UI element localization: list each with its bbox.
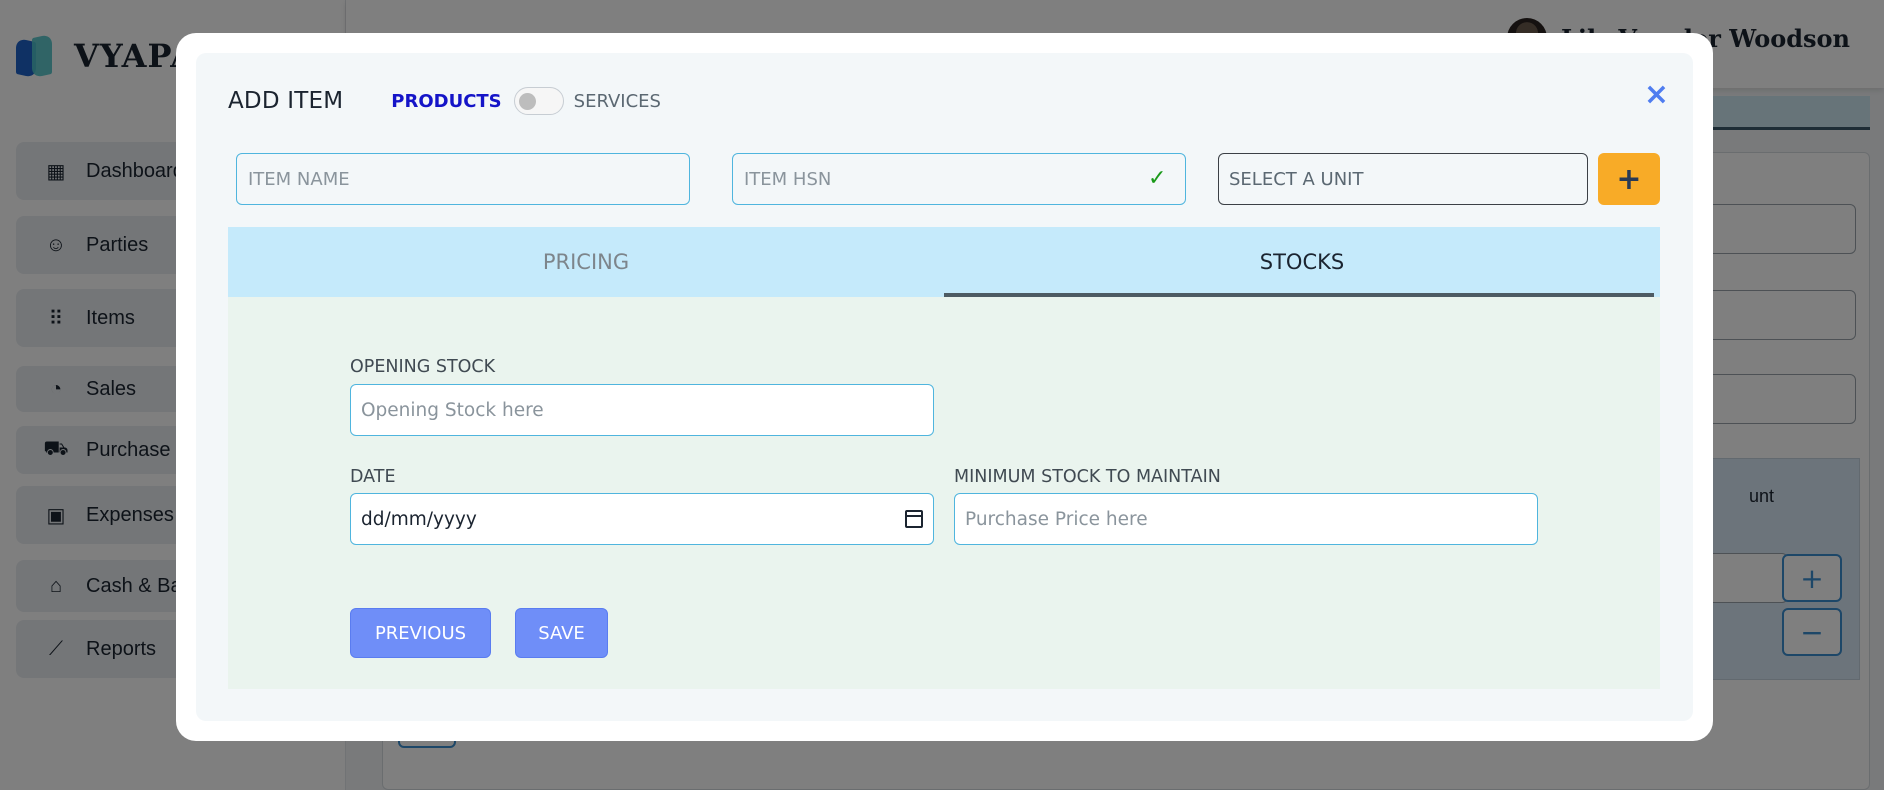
toggle-label-services[interactable]: SERVICES (574, 91, 661, 112)
modal-body: ADD ITEM PRODUCTS SERVICES × ✓ SELECT A … (196, 53, 1693, 721)
modal-title: ADD ITEM (228, 88, 344, 114)
min-stock-label: MINIMUM STOCK TO MAINTAIN (954, 467, 1221, 487)
item-hsn-input[interactable] (732, 153, 1186, 205)
check-icon: ✓ (1148, 166, 1167, 191)
toggle-knob (518, 93, 536, 110)
opening-stock-label: OPENING STOCK (350, 357, 496, 377)
calendar-icon[interactable] (905, 510, 923, 528)
close-icon[interactable]: × (1644, 77, 1669, 112)
tab-pricing[interactable]: PRICING (228, 227, 944, 297)
save-button[interactable]: SAVE (515, 608, 608, 658)
modal-header: ADD ITEM PRODUCTS SERVICES (228, 87, 661, 115)
item-name-input[interactable] (236, 153, 690, 205)
toggle-label-products[interactable]: PRODUCTS (391, 91, 501, 112)
add-unit-button[interactable]: + (1598, 153, 1660, 205)
product-service-toggle[interactable] (513, 87, 564, 115)
stocks-panel: OPENING STOCK DATE dd/mm/yyyy MINIMUM ST… (228, 297, 1660, 689)
min-stock-input[interactable] (954, 493, 1538, 545)
previous-button[interactable]: PREVIOUS (350, 608, 491, 658)
unit-select[interactable]: SELECT A UNIT (1218, 153, 1588, 205)
date-input[interactable]: dd/mm/yyyy (350, 493, 934, 545)
tab-stocks[interactable]: STOCKS (944, 227, 1660, 297)
date-value: dd/mm/yyyy (361, 508, 477, 530)
opening-stock-input[interactable] (350, 384, 934, 436)
date-label: DATE (350, 467, 396, 487)
add-item-modal: ADD ITEM PRODUCTS SERVICES × ✓ SELECT A … (176, 33, 1713, 741)
item-tabs: PRICING STOCKS (228, 227, 1660, 297)
